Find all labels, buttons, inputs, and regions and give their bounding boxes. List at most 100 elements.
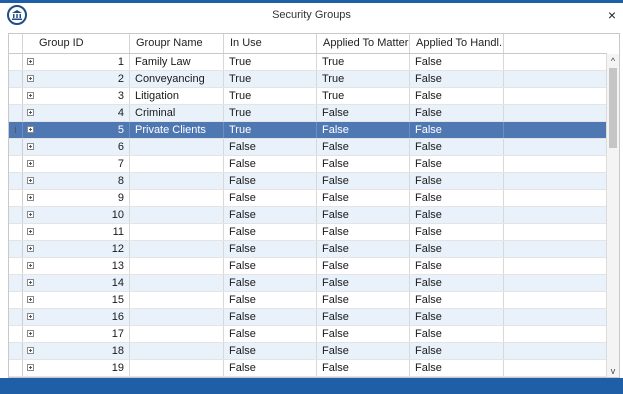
table-row[interactable]: 18 False False False [9, 343, 607, 360]
row-indicator[interactable] [9, 88, 23, 104]
in-use-cell[interactable]: False [224, 241, 317, 257]
applied-to-matter-cell[interactable]: False [317, 224, 410, 240]
scroll-down-icon[interactable]: v [607, 364, 619, 377]
table-row[interactable]: 7 False False False [9, 156, 607, 173]
row-indicator[interactable] [9, 309, 23, 325]
table-row[interactable]: 8 False False False [9, 173, 607, 190]
in-use-cell[interactable]: True [224, 105, 317, 121]
applied-to-handler-cell[interactable]: False [410, 122, 504, 138]
applied-to-matter-cell[interactable]: False [317, 156, 410, 172]
group-name-cell[interactable] [130, 360, 224, 376]
applied-to-handler-cell[interactable]: False [410, 241, 504, 257]
row-indicator[interactable] [9, 258, 23, 274]
applied-to-handler-cell[interactable]: False [410, 309, 504, 325]
table-row[interactable]: 19 False False False [9, 360, 607, 377]
group-id-cell[interactable]: 6 [23, 139, 130, 155]
in-use-cell[interactable]: False [224, 156, 317, 172]
table-row[interactable]: I 5 Private Clients True False False [9, 122, 607, 139]
applied-to-matter-cell[interactable]: False [317, 190, 410, 206]
row-indicator[interactable] [9, 156, 23, 172]
applied-to-handler-cell[interactable]: False [410, 207, 504, 223]
applied-to-matter-cell[interactable]: False [317, 241, 410, 257]
group-name-cell[interactable]: Litigation [130, 88, 224, 104]
group-id-cell[interactable]: 17 [23, 326, 130, 342]
applied-to-handler-cell[interactable]: False [410, 224, 504, 240]
table-row[interactable]: 6 False False False [9, 139, 607, 156]
in-use-cell[interactable]: False [224, 139, 317, 155]
in-use-cell[interactable]: True [224, 122, 317, 138]
applied-to-handler-cell[interactable]: False [410, 190, 504, 206]
row-indicator[interactable] [9, 326, 23, 342]
row-indicator[interactable] [9, 190, 23, 206]
applied-to-handler-cell[interactable]: False [410, 258, 504, 274]
table-row[interactable]: 16 False False False [9, 309, 607, 326]
group-name-cell[interactable] [130, 207, 224, 223]
applied-to-matter-cell[interactable]: True [317, 88, 410, 104]
applied-to-matter-cell[interactable]: False [317, 139, 410, 155]
row-indicator[interactable] [9, 224, 23, 240]
table-row[interactable]: 13 False False False [9, 258, 607, 275]
in-use-cell[interactable]: False [224, 326, 317, 342]
in-use-cell[interactable]: False [224, 173, 317, 189]
table-row[interactable]: 3 Litigation True True False [9, 88, 607, 105]
group-name-cell[interactable]: Private Clients [130, 122, 224, 138]
group-id-cell[interactable]: 9 [23, 190, 130, 206]
group-name-cell[interactable] [130, 139, 224, 155]
in-use-cell[interactable]: False [224, 292, 317, 308]
in-use-cell[interactable]: False [224, 275, 317, 291]
in-use-cell[interactable]: False [224, 360, 317, 376]
group-name-cell[interactable]: Family Law [130, 54, 224, 70]
applied-to-handler-cell[interactable]: False [410, 139, 504, 155]
row-indicator[interactable] [9, 54, 23, 70]
applied-to-handler-cell[interactable]: False [410, 173, 504, 189]
table-row[interactable]: 15 False False False [9, 292, 607, 309]
table-row[interactable]: 1 Family Law True True False [9, 54, 607, 71]
applied-to-handler-cell[interactable]: False [410, 54, 504, 70]
close-icon[interactable]: × [605, 7, 619, 23]
column-header-applied-to-handler[interactable]: Applied To Handl... [410, 34, 504, 53]
group-name-cell[interactable] [130, 173, 224, 189]
row-indicator[interactable] [9, 360, 23, 376]
group-id-cell[interactable]: 18 [23, 343, 130, 359]
row-indicator[interactable] [9, 71, 23, 87]
applied-to-handler-cell[interactable]: False [410, 105, 504, 121]
row-indicator[interactable] [9, 207, 23, 223]
in-use-cell[interactable]: False [224, 343, 317, 359]
table-row[interactable]: 12 False False False [9, 241, 607, 258]
in-use-cell[interactable]: False [224, 309, 317, 325]
applied-to-handler-cell[interactable]: False [410, 326, 504, 342]
group-name-cell[interactable] [130, 326, 224, 342]
applied-to-handler-cell[interactable]: False [410, 156, 504, 172]
applied-to-matter-cell[interactable]: False [317, 207, 410, 223]
in-use-cell[interactable]: False [224, 190, 317, 206]
applied-to-handler-cell[interactable]: False [410, 275, 504, 291]
row-indicator[interactable] [9, 343, 23, 359]
applied-to-matter-cell[interactable]: False [317, 258, 410, 274]
group-id-cell[interactable]: 1 [23, 54, 130, 70]
column-header-group-name[interactable]: Groupr Name [130, 34, 224, 53]
table-row[interactable]: 4 Criminal True False False [9, 105, 607, 122]
in-use-cell[interactable]: False [224, 258, 317, 274]
row-indicator[interactable] [9, 139, 23, 155]
group-name-cell[interactable] [130, 292, 224, 308]
row-indicator[interactable] [9, 241, 23, 257]
group-id-cell[interactable]: 19 [23, 360, 130, 376]
in-use-cell[interactable]: False [224, 224, 317, 240]
table-row[interactable]: 10 False False False [9, 207, 607, 224]
applied-to-matter-cell[interactable]: False [317, 173, 410, 189]
applied-to-matter-cell[interactable]: True [317, 54, 410, 70]
group-id-cell[interactable]: 11 [23, 224, 130, 240]
applied-to-matter-cell[interactable]: False [317, 275, 410, 291]
in-use-cell[interactable]: True [224, 71, 317, 87]
applied-to-handler-cell[interactable]: False [410, 360, 504, 376]
applied-to-matter-cell[interactable]: True [317, 71, 410, 87]
in-use-cell[interactable]: False [224, 207, 317, 223]
group-name-cell[interactable] [130, 241, 224, 257]
table-row[interactable]: 17 False False False [9, 326, 607, 343]
applied-to-matter-cell[interactable]: False [317, 292, 410, 308]
row-indicator[interactable] [9, 292, 23, 308]
group-id-cell[interactable]: 5 [23, 122, 130, 138]
applied-to-matter-cell[interactable]: False [317, 343, 410, 359]
group-name-cell[interactable] [130, 156, 224, 172]
table-row[interactable]: 11 False False False [9, 224, 607, 241]
